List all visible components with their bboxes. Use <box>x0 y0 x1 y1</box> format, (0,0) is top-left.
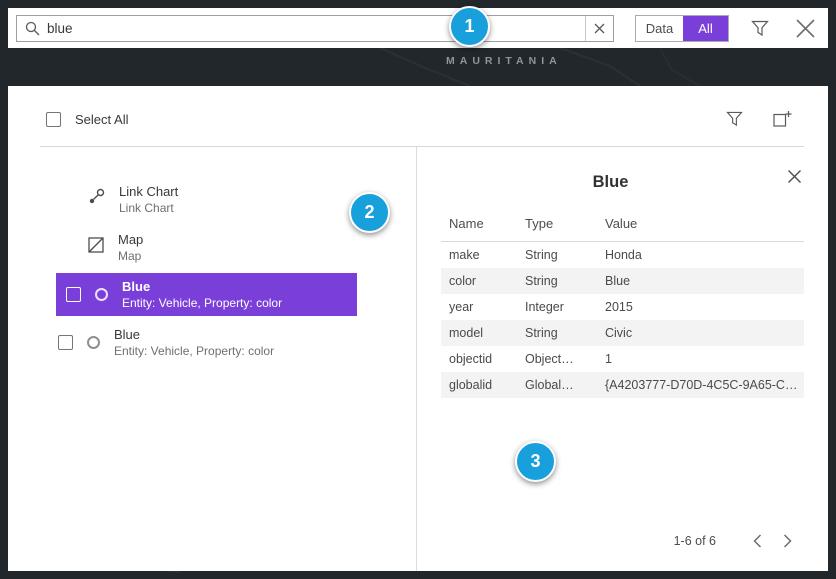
results-header: Select All <box>8 86 828 128</box>
table-row[interactable]: objectid Object… 1 <box>441 346 804 372</box>
app-window: MAURITANIA Data All Select All <box>0 0 836 579</box>
cell-value: Blue <box>605 274 804 288</box>
table-body: make String Honda color String Blue year… <box>441 242 804 398</box>
table-row[interactable]: color String Blue <box>441 268 804 294</box>
cell-name: objectid <box>449 352 525 366</box>
cell-value: {A4203777-D70D-4C5C-9A65-C… <box>605 378 804 392</box>
select-all-label: Select All <box>75 112 128 127</box>
annotation-badge-2: 2 <box>349 192 390 233</box>
pagination-label: 1-6 of 6 <box>674 534 716 548</box>
link-chart-icon <box>88 188 105 210</box>
table-row[interactable]: model String Civic <box>441 320 804 346</box>
map-region-label: MAURITANIA <box>446 55 562 67</box>
item-title: Link Chart <box>119 184 178 199</box>
column-type: Type <box>525 216 605 231</box>
table-row[interactable]: year Integer 2015 <box>441 294 804 320</box>
search-box <box>16 15 614 42</box>
item-title: Blue <box>122 279 282 294</box>
item-subtitle: Entity: Vehicle, Property: color <box>122 296 282 310</box>
cell-value: Civic <box>605 326 804 340</box>
cell-value: 1 <box>605 352 804 366</box>
results-filter-icon[interactable] <box>726 111 743 127</box>
cell-value: Honda <box>605 248 804 262</box>
cell-name: globalid <box>449 378 525 392</box>
detail-panel: Blue Name Type Value make String Hond <box>417 147 828 571</box>
next-page-icon[interactable] <box>772 529 802 553</box>
column-value: Value <box>605 216 804 231</box>
search-icon <box>17 21 47 36</box>
cell-name: make <box>449 248 525 262</box>
list-item-map[interactable]: Map Map <box>8 223 416 271</box>
item-checkbox[interactable] <box>58 335 73 350</box>
cell-name: color <box>449 274 525 288</box>
map-icon <box>88 237 104 258</box>
entity-circle-icon <box>87 336 100 349</box>
annotation-badge-3: 3 <box>515 441 556 482</box>
scope-segmented-control: Data All <box>635 15 729 42</box>
list-item-blue-selected[interactable]: Blue Entity: Vehicle, Property: color <box>56 273 357 316</box>
filter-icon[interactable] <box>751 20 769 37</box>
cell-type: String <box>525 274 605 288</box>
item-subtitle: Link Chart <box>119 201 178 215</box>
column-name: Name <box>449 216 525 231</box>
search-input[interactable] <box>47 21 585 36</box>
cell-type: Object… <box>525 352 605 366</box>
search-toolbar: Data All <box>8 8 828 48</box>
previous-page-icon[interactable] <box>742 529 772 553</box>
item-subtitle: Map <box>118 249 143 263</box>
detail-close-icon[interactable] <box>787 169 802 184</box>
cell-type: String <box>525 326 605 340</box>
item-subtitle: Entity: Vehicle, Property: color <box>114 344 274 358</box>
pagination: 1-6 of 6 <box>674 529 802 553</box>
annotation-badge-1: 1 <box>449 6 490 47</box>
add-to-new-icon[interactable] <box>773 110 792 128</box>
table-header: Name Type Value <box>441 212 804 242</box>
clear-search-button[interactable] <box>586 16 613 41</box>
cell-type: Integer <box>525 300 605 314</box>
close-search-icon[interactable] <box>795 18 816 39</box>
item-checkbox[interactable] <box>66 287 81 302</box>
table-row[interactable]: make String Honda <box>441 242 804 268</box>
entity-circle-icon <box>95 288 108 301</box>
results-panel: Select All Link Chart <box>8 86 828 571</box>
table-row[interactable]: globalid Global… {A4203777-D70D-4C5C-9A6… <box>441 372 804 398</box>
item-title: Blue <box>114 327 274 342</box>
cell-type: Global… <box>525 378 605 392</box>
scope-data-button[interactable]: Data <box>636 16 683 41</box>
cell-type: String <box>525 248 605 262</box>
cell-name: year <box>449 300 525 314</box>
select-all-checkbox[interactable] <box>46 112 61 127</box>
list-item-blue[interactable]: Blue Entity: Vehicle, Property: color <box>8 318 416 366</box>
item-title: Map <box>118 232 143 247</box>
scope-all-button[interactable]: All <box>683 16 728 41</box>
cell-value: 2015 <box>605 300 804 314</box>
attribute-table: Name Type Value make String Honda color … <box>441 212 804 398</box>
cell-name: model <box>449 326 525 340</box>
detail-title: Blue <box>405 173 816 192</box>
